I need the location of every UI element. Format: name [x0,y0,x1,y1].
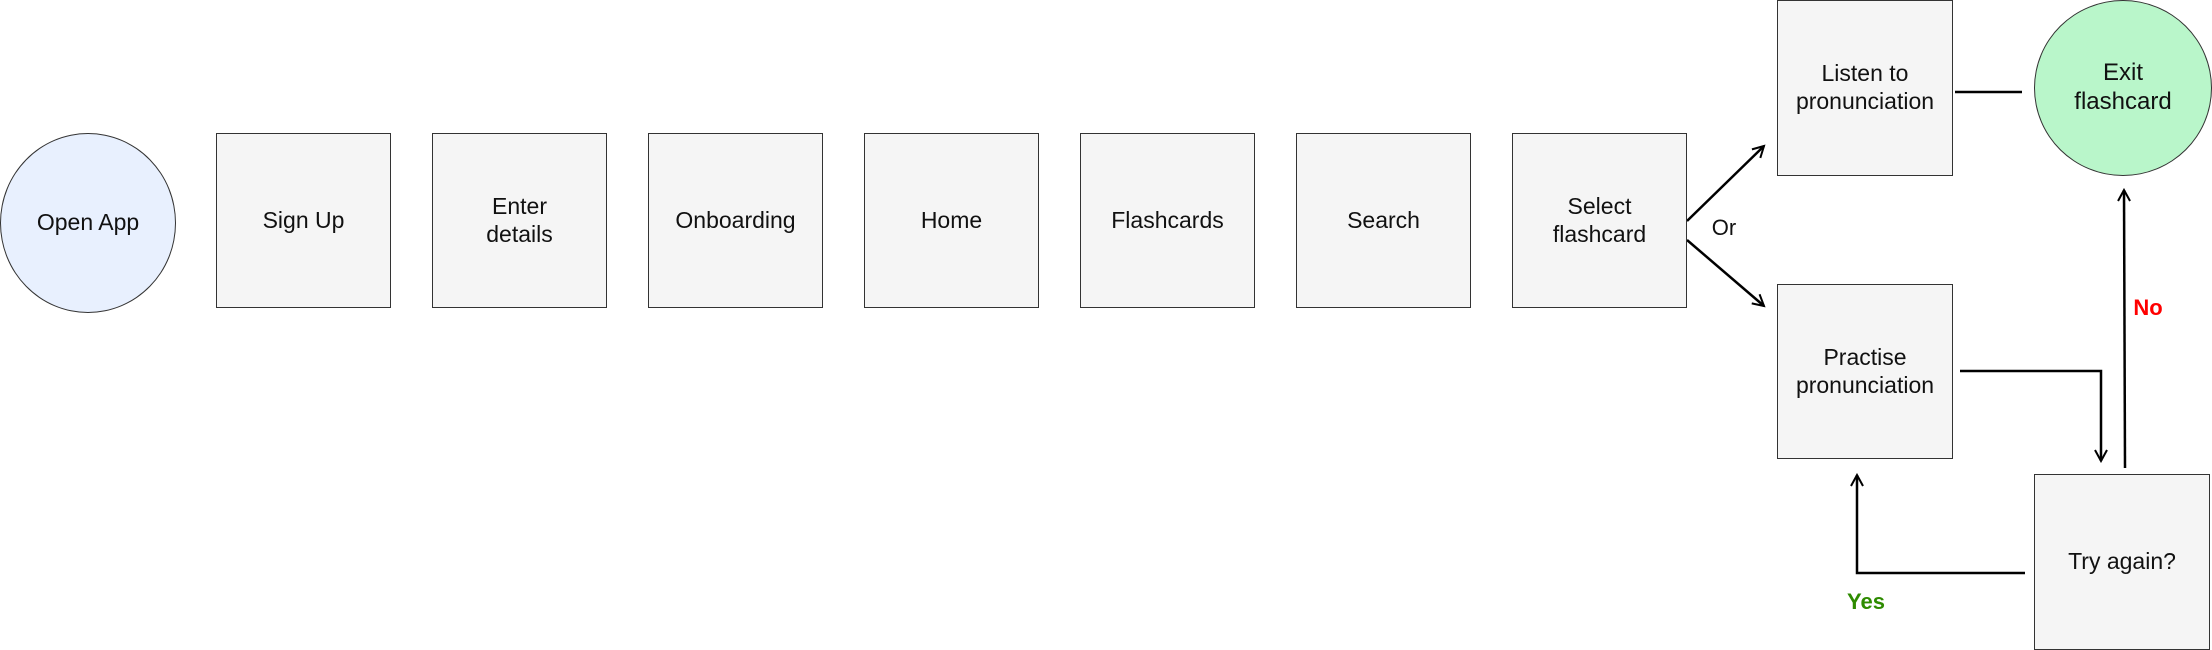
node-label: Select flashcard [1552,192,1647,247]
arrow-select-to-listen [1686,146,1764,222]
node-open-app: Open App [0,133,176,313]
label-no: No [2133,295,2163,320]
node-label: Flashcards [1111,206,1224,233]
arrow-try-to-practise [1857,475,2025,575]
node-select-flashcard: Select flashcard [1512,133,1687,308]
arrow-select-to-practise [1686,239,1764,306]
node-label: Exit flashcard [2074,59,2172,115]
arrow-practise-to-try [1960,369,2101,461]
node-label: Open App [36,209,140,236]
node-onboarding: Onboarding [648,133,823,308]
node-flashcards: Flashcards [1080,133,1255,308]
node-search: Search [1296,133,1471,308]
arrow-try-to-exit [2124,190,2125,469]
node-label: Practise pronunciation [1795,343,1935,398]
node-exit-flashcard: Exit flashcard [2034,0,2212,176]
node-home: Home [864,133,1039,308]
node-label: Search [1347,206,1420,233]
node-try-again: Try again? [2034,474,2210,650]
node-enter-details: Enter details [432,133,607,308]
node-label: Listen to pronunciation [1795,60,1935,114]
label-or: Or [1711,215,1737,240]
node-label: Sign Up [262,206,345,233]
node-label: Enter details [486,192,553,247]
label-yes: Yes [1847,589,1885,614]
node-label: Onboarding [675,206,796,233]
node-practise: Practise pronunciation [1777,284,1953,459]
node-sign-up: Sign Up [216,133,391,308]
node-label: Home [920,206,983,233]
node-label: Try again? [2068,548,2176,575]
node-listen: Listen to pronunciation [1777,0,1953,176]
